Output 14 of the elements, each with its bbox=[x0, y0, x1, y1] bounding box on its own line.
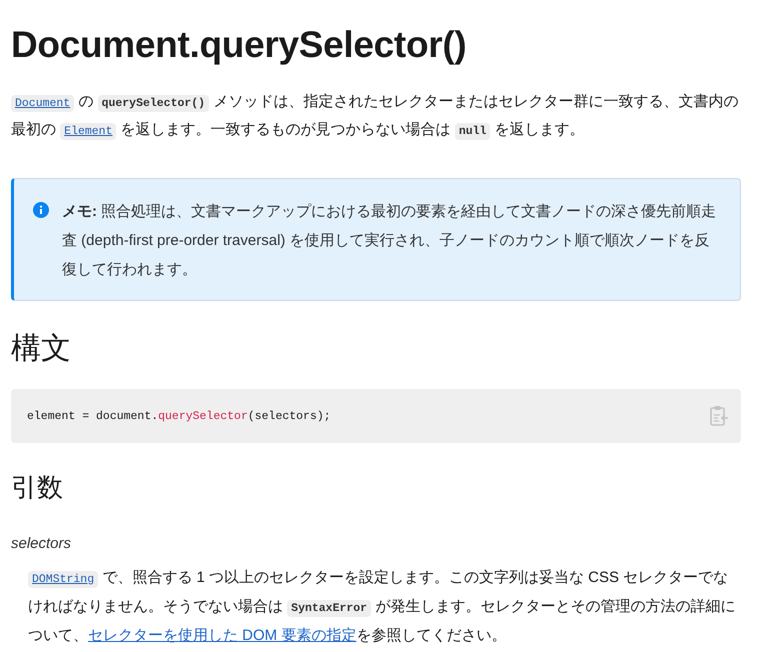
clipboard-icon[interactable] bbox=[709, 405, 729, 427]
text-link[interactable]: セレクターを使用した DOM 要素の指定 bbox=[88, 627, 356, 644]
code-link[interactable]: DOMString bbox=[28, 571, 98, 588]
code-link[interactable]: Document bbox=[11, 95, 74, 112]
section-heading: 構文 bbox=[11, 331, 72, 367]
intro-paragraph: Document の querySelector() メソッドは、指定されたセレクターまたはセレクター群に一致する、文書内の最初の Element を返します。一致するものが見つからない場合は null を返します。 bbox=[11, 92, 740, 142]
section-heading: 引数 bbox=[11, 471, 64, 504]
code-line: element = document.querySelector(selectors); bbox=[27, 410, 331, 422]
note-text: メモ: 照合処理は、文書マークアップにおける最初の要素を経由して文書ノードの深さ優先前順走査 (depth-first pre-order traversal) を使用して実行され、子ノードのカウント順で順次ノードを反復して行われます。 bbox=[62, 202, 718, 280]
info-icon bbox=[33, 202, 49, 218]
page-title: Document.querySelector() bbox=[11, 23, 468, 67]
parameter-description: DOMString で、照合する 1 つ以上のセレクターを設定します。この文字列は妥当な CSS セレクターでなければなりません。そうでない場合は SyntaxError が発生します。セレクターとその管理の方法の詳細について、セレクターを使用した DOM 要素の指定を参照してください。 bbox=[28, 568, 736, 646]
parameter-name: selectors bbox=[11, 535, 72, 552]
code-link[interactable]: Element bbox=[60, 123, 116, 140]
